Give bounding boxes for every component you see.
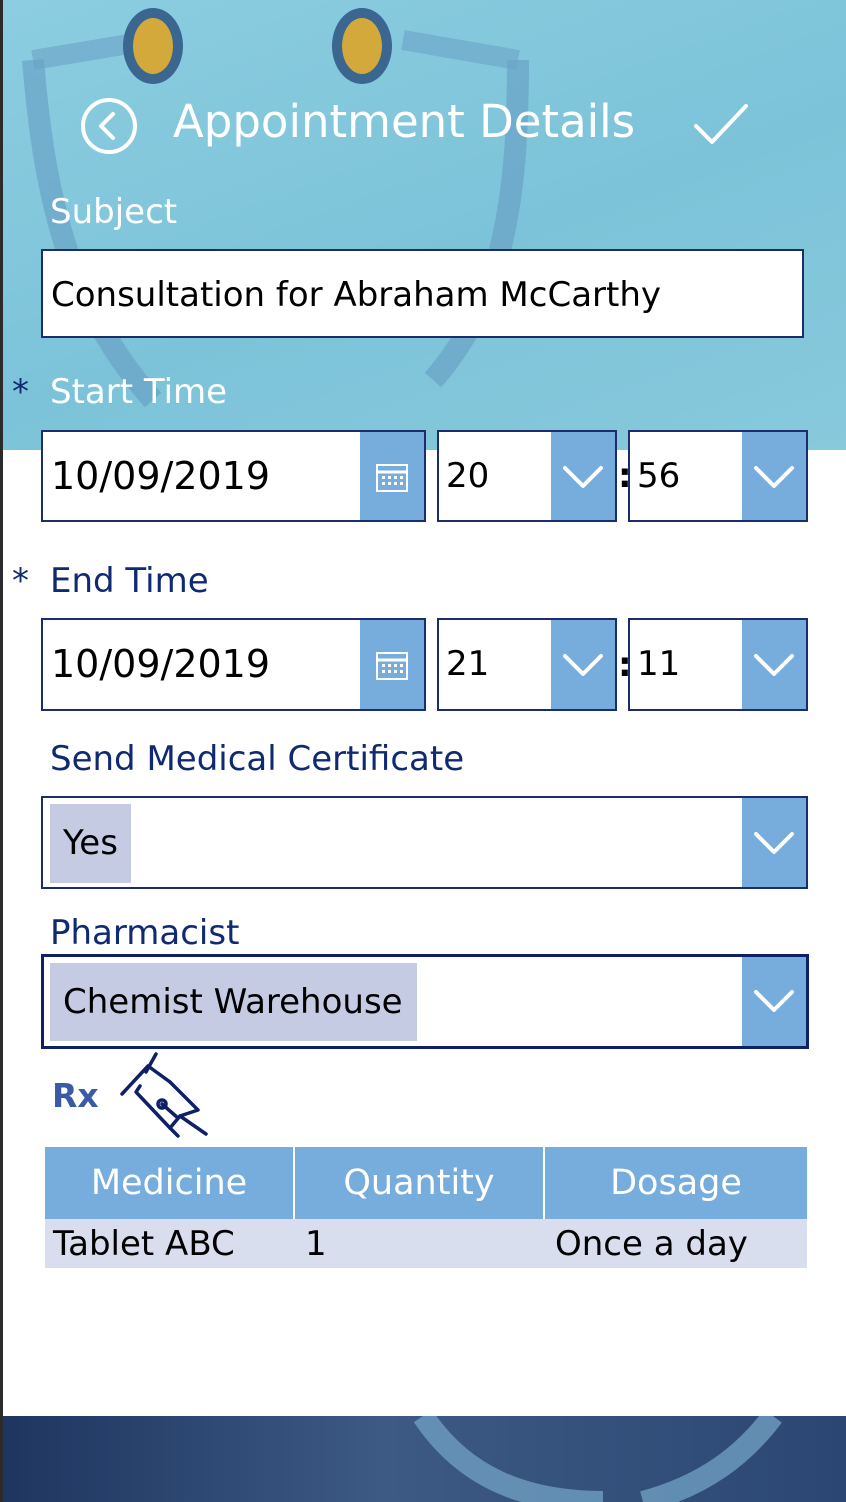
table-row[interactable]: Tablet ABC 1 Once a day	[45, 1219, 807, 1268]
end-date-value: 10/09/2019	[51, 642, 271, 686]
pharmacist-dropdown[interactable]: Chemist Warehouse	[41, 954, 809, 1049]
end-calendar-button[interactable]	[360, 620, 424, 709]
fountain-pen-icon	[120, 1052, 208, 1138]
start-date-picker[interactable]: 10/09/2019	[41, 430, 426, 522]
start-time-required-marker: *	[12, 372, 29, 412]
end-minute-dropdown[interactable]: 11	[628, 618, 808, 711]
rx-label: Rx	[52, 1076, 99, 1115]
cell-dosage: Once a day	[555, 1224, 748, 1264]
chevron-down-icon	[563, 466, 603, 488]
end-time-required-marker: *	[12, 561, 29, 601]
pharmacist-selected: Chemist Warehouse	[50, 963, 417, 1041]
start-minute-dropdown[interactable]: 56	[628, 430, 808, 522]
page-title: Appointment Details	[173, 95, 636, 148]
confirm-button[interactable]	[690, 100, 750, 150]
start-minute-arrow[interactable]	[742, 432, 806, 520]
column-header-quantity[interactable]: Quantity	[295, 1147, 545, 1219]
pharmacist-label: Pharmacist	[50, 913, 240, 953]
calendar-icon	[376, 464, 408, 492]
start-calendar-button[interactable]	[360, 432, 424, 520]
start-hour-arrow[interactable]	[551, 432, 615, 520]
calendar-icon	[376, 652, 408, 680]
end-hour-arrow[interactable]	[551, 620, 615, 709]
medical-certificate-dropdown[interactable]: Yes	[41, 796, 808, 889]
end-hour-value: 21	[446, 644, 490, 684]
end-minute-value: 11	[637, 644, 681, 684]
table-header: Medicine Quantity Dosage	[45, 1147, 807, 1219]
back-circle-icon	[81, 98, 137, 154]
signature-button[interactable]	[118, 1052, 210, 1140]
end-time-label: End Time	[50, 561, 209, 601]
start-date-value: 10/09/2019	[51, 454, 271, 498]
chevron-down-icon	[754, 466, 794, 488]
footer-bar	[3, 1416, 846, 1502]
cell-medicine: Tablet ABC	[53, 1224, 235, 1264]
left-window-border	[0, 0, 3, 1502]
start-hour-dropdown[interactable]: 20	[437, 430, 617, 522]
medical-certificate-selected: Yes	[50, 804, 131, 883]
back-button[interactable]	[80, 97, 138, 155]
chevron-down-icon	[754, 832, 794, 854]
end-date-picker[interactable]: 10/09/2019	[41, 618, 426, 711]
start-hour-value: 20	[446, 456, 490, 496]
subject-input[interactable]: Consultation for Abraham McCarthy	[41, 249, 804, 338]
end-hour-dropdown[interactable]: 21	[437, 618, 617, 711]
cell-quantity: 1	[305, 1224, 327, 1264]
column-header-medicine[interactable]: Medicine	[45, 1147, 295, 1219]
start-time-label: Start Time	[50, 372, 228, 412]
start-minute-value: 56	[637, 456, 681, 496]
subject-label: Subject	[50, 192, 178, 232]
chevron-down-icon	[563, 654, 603, 676]
checkmark-icon	[694, 104, 748, 144]
column-header-dosage[interactable]: Dosage	[545, 1147, 807, 1219]
pharmacist-arrow[interactable]	[742, 957, 806, 1046]
chevron-down-icon	[754, 654, 794, 676]
end-minute-arrow[interactable]	[742, 620, 806, 709]
medical-certificate-label: Send Medical Certificate	[50, 739, 465, 779]
medical-certificate-arrow[interactable]	[742, 798, 806, 887]
chevron-down-icon	[754, 990, 794, 1012]
prescription-table: Medicine Quantity Dosage Tablet ABC 1 On…	[45, 1147, 807, 1268]
